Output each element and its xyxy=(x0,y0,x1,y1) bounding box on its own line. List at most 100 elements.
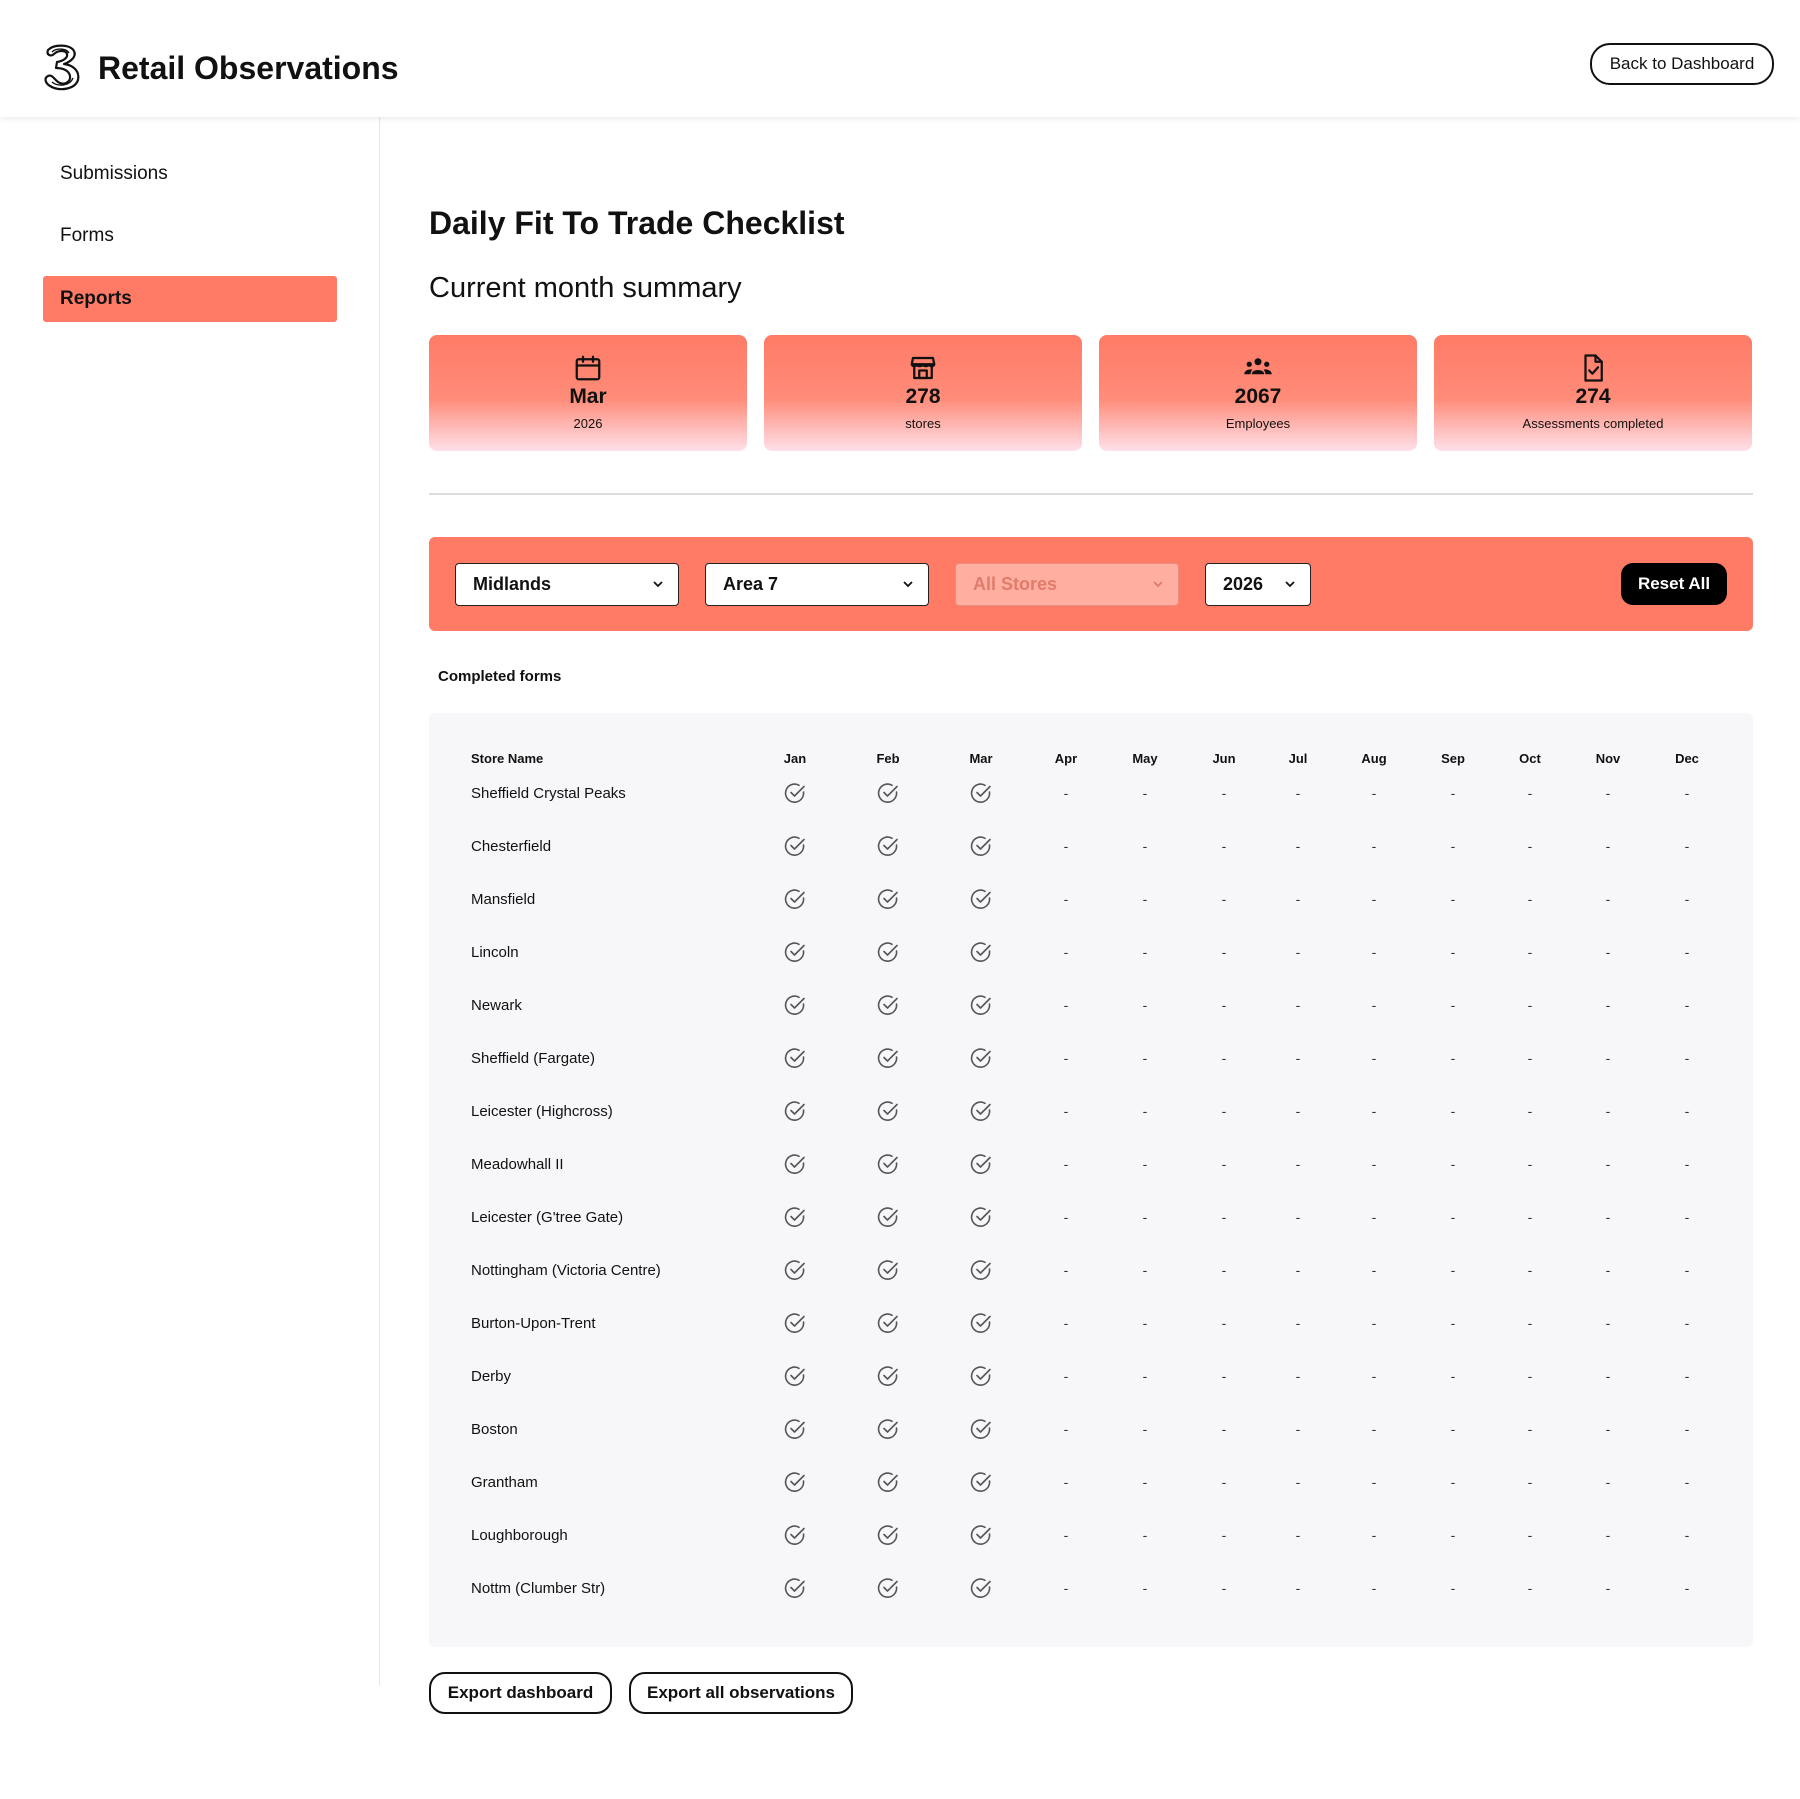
empty-cell: - xyxy=(1527,1527,1533,1543)
empty-cell: - xyxy=(1295,1262,1301,1278)
store-name: Nottingham (Victoria Centre) xyxy=(471,1262,661,1279)
empty-cell: - xyxy=(1063,1050,1069,1066)
store-select[interactable]: All Stores xyxy=(955,563,1179,606)
chevron-down-icon xyxy=(1153,581,1163,588)
empty-cell: - xyxy=(1295,785,1301,801)
card-label: 2026 xyxy=(573,416,603,431)
empty-cell: - xyxy=(1063,838,1069,854)
empty-cell: - xyxy=(1063,1315,1069,1331)
column-header-jan: Jan xyxy=(783,751,807,766)
year-select[interactable]: 2026 xyxy=(1205,563,1311,606)
check-circle-icon xyxy=(961,1409,1001,1449)
empty-cell: - xyxy=(1527,1580,1533,1596)
store-icon xyxy=(910,356,936,380)
table-row: Sheffield (Fargate) - - - - - - - - - xyxy=(429,1038,1753,1091)
empty-cell: - xyxy=(1605,838,1611,854)
region-select-value: Midlands xyxy=(473,574,552,594)
app-header: Retail Observations Back to Dashboard xyxy=(0,0,1800,117)
sidebar-item-submissions[interactable]: Submissions xyxy=(43,151,337,197)
empty-cell: - xyxy=(1371,1368,1377,1384)
table-row: Boston - - - - - - - - - xyxy=(429,1409,1753,1462)
empty-cell: - xyxy=(1371,944,1377,960)
empty-cell: - xyxy=(1605,1368,1611,1384)
check-circle-icon xyxy=(775,1250,815,1290)
empty-cell: - xyxy=(1605,1262,1611,1278)
sidebar-item-reports[interactable]: Reports xyxy=(43,276,337,322)
empty-cell: - xyxy=(1371,997,1377,1013)
filter-bar: Midlands Area 7 All Stores 2026 Reset Al… xyxy=(429,537,1753,631)
empty-cell: - xyxy=(1684,1103,1690,1119)
column-header-oct: Oct xyxy=(1519,751,1541,766)
summary-card-month: Mar 2026 xyxy=(429,335,747,451)
empty-cell: - xyxy=(1063,1156,1069,1172)
check-circle-icon xyxy=(775,1568,815,1608)
table-row: Newark - - - - - - - - - xyxy=(429,985,1753,1038)
export-all-observations-button[interactable]: Export all observations xyxy=(629,1672,853,1714)
empty-cell: - xyxy=(1142,1474,1148,1490)
empty-cell: - xyxy=(1063,1527,1069,1543)
empty-cell: - xyxy=(1221,1315,1227,1331)
check-circle-icon xyxy=(961,1462,1001,1502)
empty-cell: - xyxy=(1527,997,1533,1013)
store-name: Sheffield Crystal Peaks xyxy=(471,785,626,802)
store-name: Derby xyxy=(471,1368,512,1385)
reset-all-button[interactable]: Reset All xyxy=(1621,563,1727,605)
summary-cards: Mar 2026 278 stores 2067 Employees 274 A… xyxy=(429,335,1753,451)
empty-cell: - xyxy=(1295,1580,1301,1596)
check-circle-icon xyxy=(868,932,908,972)
table-row: Nottingham (Victoria Centre) - - - - - - - - - xyxy=(429,1250,1753,1303)
area-select[interactable]: Area 7 xyxy=(705,563,929,606)
check-circle-icon xyxy=(868,1409,908,1449)
summary-card-assessments: 274 Assessments completed xyxy=(1434,335,1752,451)
year-select-value: 2026 xyxy=(1223,574,1264,594)
check-circle-icon xyxy=(775,1091,815,1131)
empty-cell: - xyxy=(1450,1156,1456,1172)
region-select[interactable]: Midlands xyxy=(455,563,679,606)
empty-cell: - xyxy=(1450,1103,1456,1119)
page-title: Daily Fit To Trade Checklist xyxy=(429,205,845,241)
check-circle-icon xyxy=(868,1197,908,1237)
empty-cell: - xyxy=(1527,1156,1533,1172)
chevron-down-icon xyxy=(903,581,913,588)
empty-cell: - xyxy=(1142,785,1148,801)
table-caption: Completed forms xyxy=(438,668,562,685)
empty-cell: - xyxy=(1295,1050,1301,1066)
check-circle-icon xyxy=(868,1356,908,1396)
empty-cell: - xyxy=(1221,997,1227,1013)
export-dashboard-button[interactable]: Export dashboard xyxy=(429,1672,612,1714)
check-circle-icon xyxy=(868,773,908,813)
empty-cell: - xyxy=(1684,1156,1690,1172)
sidebar-item-forms[interactable]: Forms xyxy=(43,213,337,259)
check-circle-icon xyxy=(961,1515,1001,1555)
empty-cell: - xyxy=(1295,1209,1301,1225)
empty-cell: - xyxy=(1527,1315,1533,1331)
empty-cell: - xyxy=(1527,944,1533,960)
empty-cell: - xyxy=(1450,1527,1456,1543)
check-circle-icon xyxy=(868,1303,908,1343)
check-circle-icon xyxy=(775,932,815,972)
table-row: Loughborough - - - - - - - - - xyxy=(429,1515,1753,1568)
check-circle-icon xyxy=(775,1303,815,1343)
check-circle-icon xyxy=(961,1197,1001,1237)
check-circle-icon xyxy=(961,879,1001,919)
empty-cell: - xyxy=(1221,1474,1227,1490)
empty-cell: - xyxy=(1450,1209,1456,1225)
check-circle-icon xyxy=(961,826,1001,866)
file-check-icon xyxy=(1584,354,1603,382)
empty-cell: - xyxy=(1605,1209,1611,1225)
completed-forms-table: Store Name Jan Feb Mar Apr May Jun Jul Aug Sep Oc… xyxy=(429,713,1753,1647)
empty-cell: - xyxy=(1450,1421,1456,1437)
empty-cell: - xyxy=(1371,1315,1377,1331)
empty-cell: - xyxy=(1684,997,1690,1013)
empty-cell: - xyxy=(1371,1103,1377,1119)
column-header-jul: Jul xyxy=(1288,751,1308,766)
calendar-icon xyxy=(575,355,601,381)
back-to-dashboard-button[interactable]: Back to Dashboard xyxy=(1590,43,1774,85)
empty-cell: - xyxy=(1295,1421,1301,1437)
table-row: Burton-Upon-Trent - - - - - - - - - xyxy=(429,1303,1753,1356)
check-circle-icon xyxy=(868,879,908,919)
empty-cell: - xyxy=(1063,1209,1069,1225)
empty-cell: - xyxy=(1527,1421,1533,1437)
empty-cell: - xyxy=(1063,891,1069,907)
empty-cell: - xyxy=(1142,891,1148,907)
